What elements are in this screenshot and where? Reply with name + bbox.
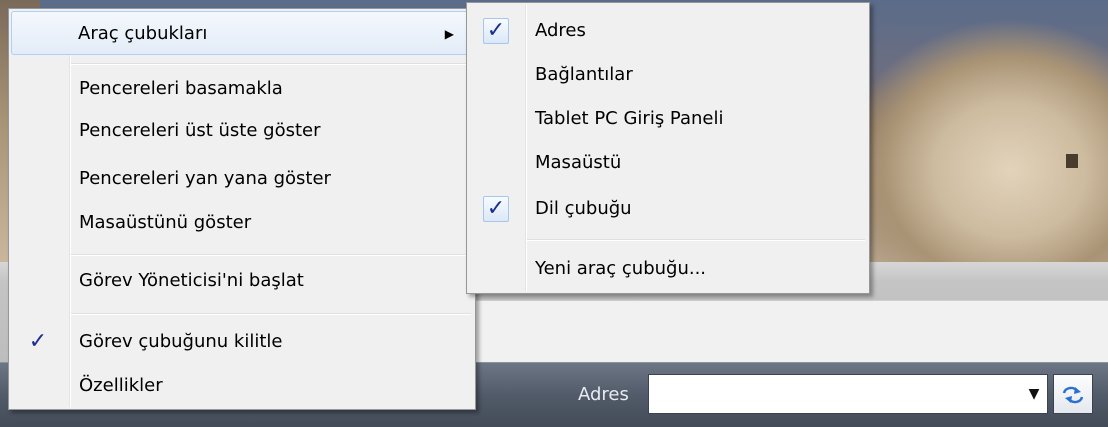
submenu-item-language-bar[interactable]: ✓ Dil çubuğu bbox=[469, 187, 867, 231]
menu-item-properties[interactable]: Özellikler bbox=[11, 364, 473, 408]
menu-item-toolbars[interactable]: Araç çubukları ▶ bbox=[11, 11, 473, 55]
menu-item-label: Görev çubuğunu kilitle bbox=[79, 331, 283, 352]
menu-item-label: Masaüstünü göster bbox=[79, 212, 252, 233]
menu-item-stack-windows[interactable]: Pencereleri üst üste göster bbox=[11, 109, 473, 153]
menu-item-label: Bağlantılar bbox=[535, 64, 633, 85]
menu-item-lock-taskbar[interactable]: ✓ Görev çubuğunu kilitle bbox=[11, 320, 473, 364]
checkmark-icon: ✓ bbox=[483, 196, 509, 222]
chevron-down-icon[interactable]: ▼ bbox=[1027, 385, 1041, 403]
menu-item-label: Tablet PC Giriş Paneli bbox=[535, 108, 724, 129]
menu-item-label: Dil çubuğu bbox=[535, 198, 632, 219]
menu-separator bbox=[71, 313, 471, 315]
menu-item-label: Özellikler bbox=[79, 375, 163, 396]
menu-item-label: Yeni araç çubuğu... bbox=[535, 258, 707, 279]
menu-item-side-by-side-windows[interactable]: Pencereleri yan yana göster bbox=[11, 157, 473, 201]
submenu-item-new-toolbar[interactable]: Yeni araç çubuğu... bbox=[469, 247, 867, 291]
menu-item-label: Pencereleri basamakla bbox=[79, 78, 283, 99]
menu-item-label: Görev Yöneticisi'ni başlat bbox=[79, 270, 304, 291]
submenu-item-links[interactable]: Bağlantılar bbox=[469, 53, 867, 97]
menu-item-show-desktop[interactable]: Masaüstünü göster bbox=[11, 201, 473, 245]
submenu-item-address[interactable]: ✓ Adres bbox=[469, 9, 867, 53]
address-input[interactable]: ▼ bbox=[648, 374, 1048, 414]
submenu-item-desktop[interactable]: Masaüstü bbox=[469, 141, 867, 185]
window-content bbox=[476, 300, 1108, 363]
menu-separator bbox=[71, 254, 471, 256]
menu-item-label: Masaüstü bbox=[535, 152, 622, 173]
menu-item-label: Pencereleri yan yana göster bbox=[79, 168, 331, 189]
checkmark-icon: ✓ bbox=[483, 18, 509, 44]
menu-item-task-manager[interactable]: Görev Yöneticisi'ni başlat bbox=[11, 259, 473, 303]
submenu-item-tablet-input-panel[interactable]: Tablet PC Giriş Paneli bbox=[469, 97, 867, 141]
menu-item-cascade-windows[interactable]: Pencereleri basamakla bbox=[11, 67, 473, 111]
go-button[interactable] bbox=[1053, 374, 1093, 414]
menu-separator bbox=[71, 63, 471, 65]
menu-item-label: Araç çubukları bbox=[78, 23, 208, 44]
menu-item-label: Adres bbox=[535, 20, 586, 41]
wallpaper-detail bbox=[1066, 154, 1078, 168]
menu-separator bbox=[527, 239, 865, 241]
toolbars-submenu: ✓ Adres Bağlantılar Tablet PC Giriş Pane… bbox=[466, 2, 870, 294]
checkmark-icon: ✓ bbox=[28, 329, 48, 354]
chevron-right-icon: ▶ bbox=[444, 27, 454, 41]
refresh-go-icon bbox=[1062, 386, 1084, 404]
address-toolbar-label: Adres bbox=[578, 384, 629, 405]
taskbar-context-menu: Araç çubukları ▶ Pencereleri basamakla P… bbox=[8, 8, 476, 410]
menu-item-label: Pencereleri üst üste göster bbox=[79, 120, 321, 141]
